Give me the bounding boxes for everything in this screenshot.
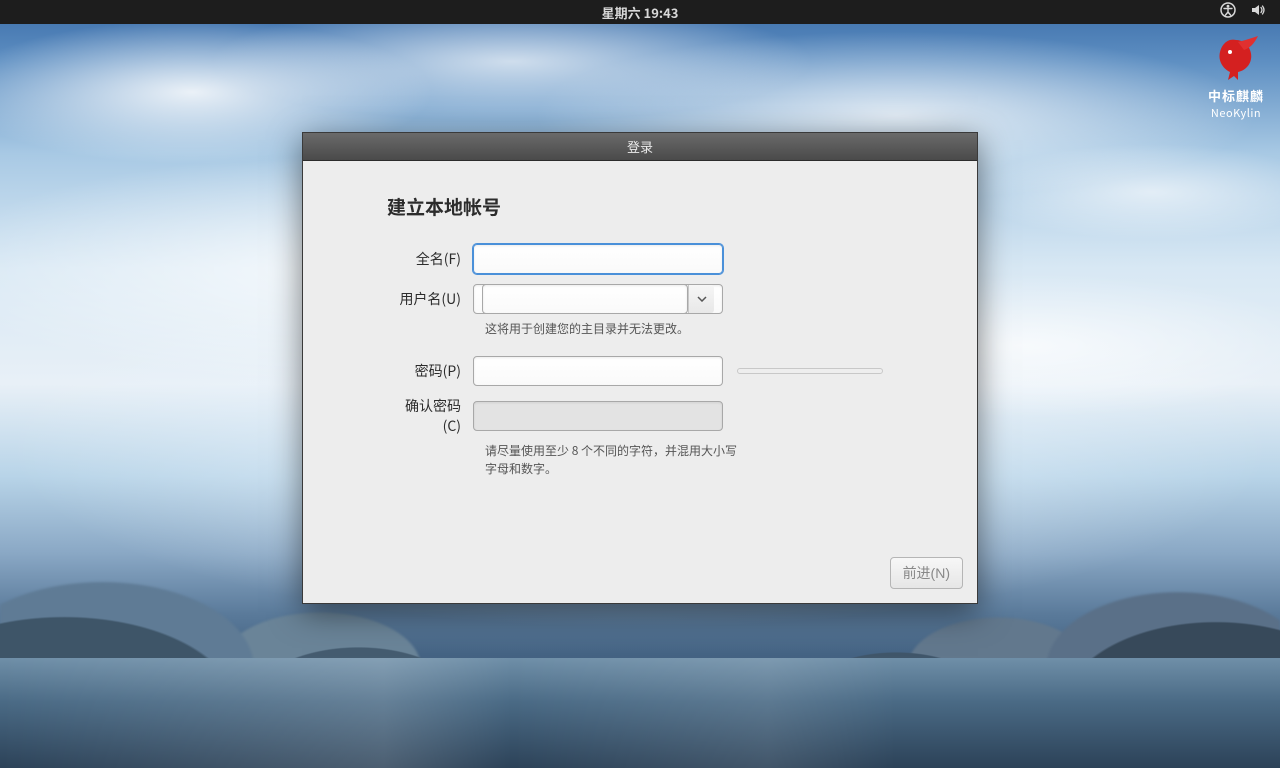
fullname-label: 全名(F): [387, 249, 473, 269]
username-hint: 这将用于创建您的主目录并无法更改。: [485, 320, 745, 338]
username-combo[interactable]: [473, 284, 723, 314]
neokylin-brand: 中标麒麟 NeoKylin: [1208, 34, 1264, 121]
brand-text-cn: 中标麒麟: [1208, 86, 1264, 105]
kylin-logo-icon: [1208, 34, 1264, 84]
wallpaper-water: [0, 658, 1280, 768]
brand-text-en: NeoKylin: [1208, 105, 1264, 121]
confirm-password-label: 确认密码(C): [387, 396, 473, 436]
password-hint: 请尽量使用至少 8 个不同的字符，并混用大小写字母和数字。: [485, 442, 745, 478]
password-label: 密码(P): [387, 361, 473, 381]
page-heading: 建立本地帐号: [387, 193, 893, 220]
chevron-down-icon[interactable]: [688, 285, 714, 313]
fullname-input[interactable]: [473, 244, 723, 274]
password-strength-meter: [737, 368, 883, 374]
password-input[interactable]: [473, 356, 723, 386]
username-label: 用户名(U): [387, 289, 473, 309]
username-input[interactable]: [482, 284, 688, 314]
window-title: 登录: [627, 137, 653, 156]
clock[interactable]: 星期六 19:43: [602, 3, 679, 22]
window-titlebar[interactable]: 登录: [303, 133, 977, 161]
accessibility-icon[interactable]: [1220, 2, 1236, 22]
confirm-password-input: [473, 401, 723, 431]
volume-icon[interactable]: [1250, 2, 1266, 22]
next-button[interactable]: 前进(N): [890, 557, 963, 589]
top-bar: 星期六 19:43: [0, 0, 1280, 24]
login-setup-window: 登录 建立本地帐号 全名(F) 用户名(U) 这将用于创建您的主目录并无法更改。…: [302, 132, 978, 604]
